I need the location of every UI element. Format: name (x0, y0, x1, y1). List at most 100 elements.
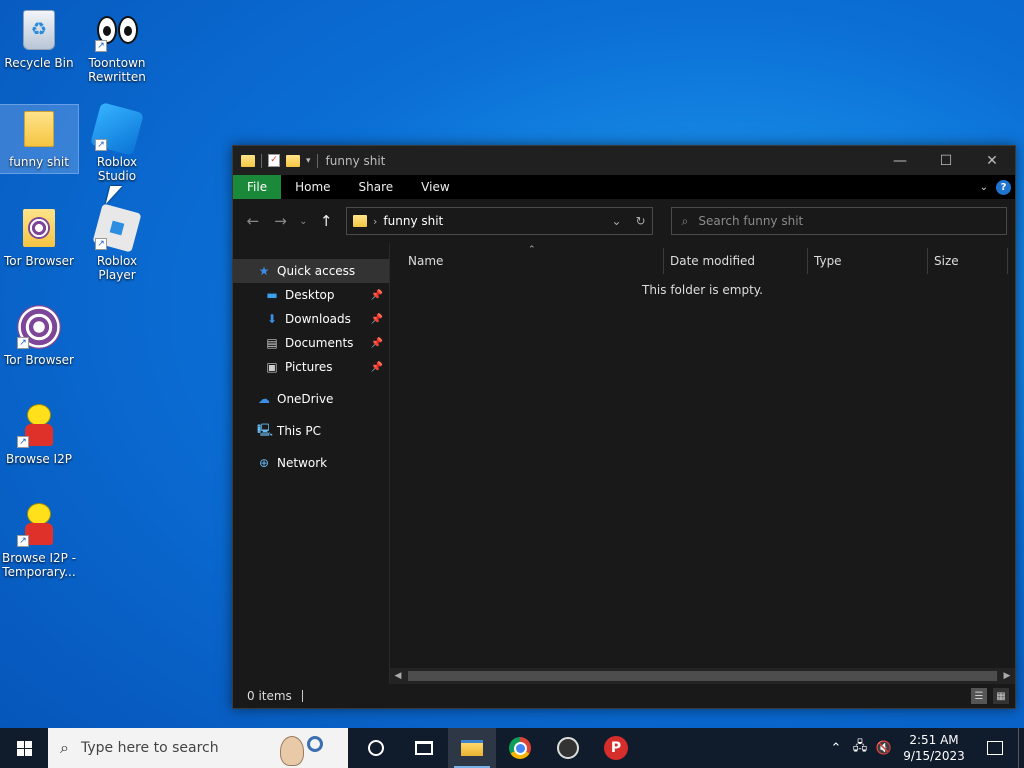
cloud-icon: ☁ (258, 392, 270, 406)
tab-file[interactable]: File (233, 175, 282, 199)
separator (261, 153, 262, 168)
navigation-pane: ★ Quick access ▬ Desktop 📌 ⬇ Downloads 📌… (233, 243, 390, 684)
obs-icon (557, 737, 579, 759)
maximize-button[interactable]: ☐ (923, 146, 969, 175)
volume-muted-icon[interactable]: 🔇 (872, 741, 896, 756)
maximize-icon: ☐ (939, 152, 953, 169)
desktop-icon-label: Browse I2P - Temporary... (1, 551, 77, 579)
action-center-button[interactable] (972, 741, 1018, 755)
nav-pictures[interactable]: ▣ Pictures 📌 (233, 355, 389, 379)
nav-desktop[interactable]: ▬ Desktop 📌 (233, 283, 389, 307)
ribbon-tabs: File Home Share View ⌄ ? (233, 175, 1015, 199)
nav-label: Pictures (285, 360, 333, 374)
folder-icon (353, 215, 367, 227)
shortcut-arrow-icon: ↗ (95, 238, 107, 250)
clock[interactable]: 2:51 AM 9/15/2023 (896, 732, 972, 764)
details-view-icon[interactable]: ☰ (971, 688, 987, 704)
column-header-name[interactable]: Name (390, 248, 664, 274)
properties-icon[interactable]: ✓ (268, 154, 280, 167)
task-view-button[interactable] (400, 728, 448, 768)
close-button[interactable]: ✕ (969, 146, 1015, 175)
taskbar-obs[interactable] (544, 728, 592, 768)
show-desktop-button[interactable] (1018, 728, 1024, 768)
breadcrumb-current[interactable]: funny shit (383, 214, 443, 228)
nav-network[interactable]: ⊕ Network (233, 451, 389, 475)
clock-time: 2:51 AM (909, 733, 959, 747)
large-icons-view-icon[interactable]: ▦ (993, 688, 1009, 704)
title-bar[interactable]: ✓ ▾ funny shit — ☐ ✕ (233, 146, 1015, 175)
start-button[interactable] (0, 728, 48, 768)
system-tray: ⌃ 🖧 🔇 2:51 AM 9/15/2023 (824, 728, 1024, 768)
tab-view[interactable]: View (407, 175, 463, 199)
recent-locations-button[interactable]: ⌄ (296, 209, 310, 233)
shortcut-arrow-icon: ↗ (95, 40, 107, 52)
tab-share[interactable]: Share (345, 175, 408, 199)
folder-icon (241, 154, 255, 167)
desktop-icon-recycle-bin[interactable]: ♻ Recycle Bin (0, 6, 78, 70)
customize-toolbar-chevron-icon[interactable]: ▾ (306, 156, 311, 166)
taskbar-chrome[interactable] (496, 728, 544, 768)
search-input[interactable] (698, 214, 989, 228)
taskbar: ⌕ Type here to search P ⌃ 🖧 🔇 2:51 AM 9/… (0, 728, 1024, 768)
pin-icon[interactable]: 📌 (371, 290, 383, 301)
desktop-icon-browse-i2p[interactable]: ↗ Browse I2P (0, 402, 78, 466)
horizontal-scrollbar[interactable]: ◀ ▶ (390, 668, 1015, 684)
nav-label: Network (277, 456, 328, 470)
breadcrumb-chevron-icon[interactable]: › (373, 215, 377, 228)
desktop-icon-funny-shit-folder[interactable]: funny shit (0, 104, 79, 174)
desktop-icon-toontown[interactable]: ↗ Toontown Rewritten (78, 6, 156, 84)
taskbar-psiphon[interactable]: P (592, 728, 640, 768)
scroll-right-icon[interactable]: ▶ (999, 671, 1015, 681)
nav-onedrive[interactable]: ☁ OneDrive (233, 387, 389, 411)
file-explorer-icon (461, 740, 483, 756)
separator (316, 153, 318, 168)
desktop-icon-tor-browser[interactable]: ↗ Tor Browser (0, 303, 78, 367)
scroll-left-icon[interactable]: ◀ (390, 671, 406, 681)
nav-documents[interactable]: ▤ Documents 📌 (233, 331, 389, 355)
address-bar[interactable]: › funny shit ⌄ ↻ (346, 207, 653, 235)
cortana-button[interactable] (352, 728, 400, 768)
search-box[interactable]: ⌕ (670, 207, 1007, 235)
nav-downloads[interactable]: ⬇ Downloads 📌 (233, 307, 389, 331)
nav-this-pc[interactable]: 🖳 This PC (233, 419, 389, 443)
pictures-icon: ▣ (266, 360, 278, 374)
column-header-size[interactable]: Size (928, 248, 1008, 274)
tab-home[interactable]: Home (281, 175, 344, 199)
scrollbar-thumb[interactable] (408, 671, 997, 681)
pin-icon[interactable]: 📌 (371, 338, 383, 349)
file-explorer-window[interactable]: ✓ ▾ funny shit — ☐ ✕ File Home Share Vie… (232, 145, 1016, 709)
empty-folder-message: This folder is empty. (642, 283, 763, 297)
windows-logo-icon (16, 740, 32, 756)
taskbar-file-explorer[interactable] (448, 728, 496, 768)
new-folder-icon[interactable] (286, 154, 300, 167)
forward-button[interactable]: → (269, 209, 293, 233)
nav-label: Desktop (285, 288, 335, 302)
taskbar-search-placeholder: Type here to search (80, 740, 219, 756)
column-header-date-modified[interactable]: Date modified (664, 248, 808, 274)
pin-icon[interactable]: 📌 (371, 362, 383, 373)
desktop-icon-roblox-player[interactable]: ↗ Roblox Player (78, 203, 156, 282)
minimize-button[interactable]: — (877, 146, 923, 175)
refresh-icon[interactable]: ↻ (636, 214, 646, 228)
desktop-icon-roblox-studio[interactable]: ↗ Roblox Studio (78, 102, 156, 183)
up-button[interactable]: ↑ (314, 209, 338, 233)
pin-icon[interactable]: 📌 (371, 314, 383, 325)
desktop-icon-browse-i2p-temporary[interactable]: ↗ Browse I2P - Temporary... (0, 501, 78, 579)
nav-label: Quick access (277, 264, 356, 278)
column-header-type[interactable]: Type (808, 248, 928, 274)
taskbar-search-box[interactable]: ⌕ Type here to search (48, 728, 348, 768)
desktop-icon-label: Tor Browser (3, 353, 74, 367)
file-list-pane[interactable]: ⌃ Name Date modified Type Size This fold… (390, 243, 1015, 684)
star-icon: ★ (258, 264, 270, 278)
network-status-icon[interactable]: 🖧 (848, 737, 872, 759)
nav-quick-access[interactable]: ★ Quick access (233, 259, 389, 283)
chevron-down-icon: ⌄ (299, 215, 308, 227)
help-icon[interactable]: ? (996, 179, 1011, 195)
show-hidden-icons-chevron-icon[interactable]: ⌃ (824, 741, 848, 756)
back-button[interactable]: ← (241, 209, 265, 233)
expand-ribbon-chevron-icon[interactable]: ⌄ (980, 182, 988, 193)
task-view-icon (415, 741, 433, 755)
address-dropdown-chevron-icon[interactable]: ⌄ (611, 214, 621, 228)
shortcut-arrow-icon: ↗ (17, 436, 29, 448)
desktop-icon-tor-browser-folder[interactable]: Tor Browser (0, 204, 78, 268)
